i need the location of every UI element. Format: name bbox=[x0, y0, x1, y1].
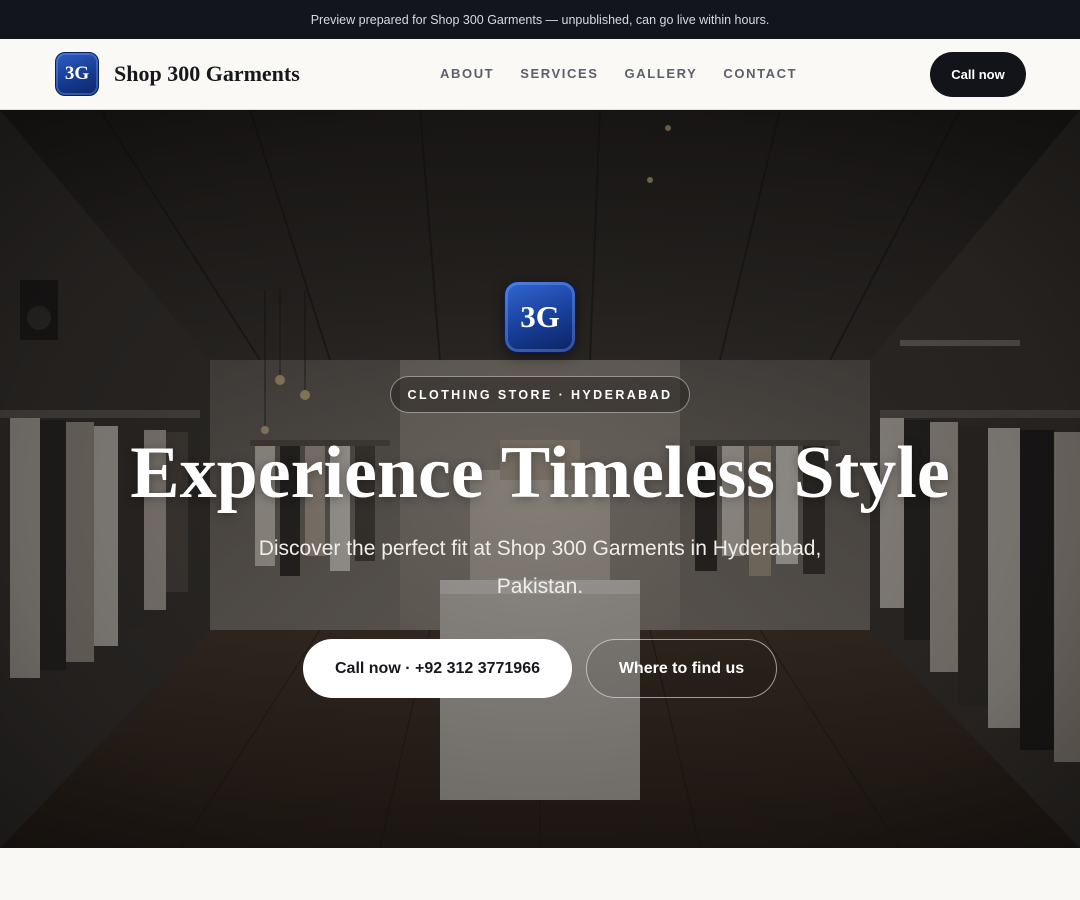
logo-icon: 3G bbox=[55, 52, 99, 96]
hero-category-badge: CLOTHING STORE · HYDERABAD bbox=[390, 376, 690, 413]
nav-services[interactable]: SERVICES bbox=[520, 66, 598, 81]
nav-gallery[interactable]: GALLERY bbox=[625, 66, 698, 81]
main-nav: ABOUT SERVICES GALLERY CONTACT bbox=[440, 66, 823, 81]
hero-call-button[interactable]: Call now · +92 312 3771966 bbox=[303, 639, 572, 698]
brand[interactable]: 3G Shop 300 Garments bbox=[55, 52, 300, 96]
header-call-button[interactable]: Call now bbox=[930, 52, 1026, 97]
preview-banner-text: Preview prepared for Shop 300 Garments —… bbox=[310, 12, 770, 27]
hero-subtitle: Discover the perfect fit at Shop 300 Gar… bbox=[258, 537, 822, 598]
preview-banner: Preview prepared for Shop 300 Garments —… bbox=[0, 0, 1080, 39]
hero-location-button[interactable]: Where to find us bbox=[586, 639, 777, 698]
brand-name: Shop 300 Garments bbox=[114, 61, 300, 86]
next-section bbox=[0, 848, 1080, 900]
nav-about[interactable]: ABOUT bbox=[440, 66, 494, 81]
site-header: 3G Shop 300 Garments ABOUT SERVICES GALL… bbox=[0, 39, 1080, 110]
nav-contact[interactable]: CONTACT bbox=[723, 66, 797, 81]
hero-content: 3G CLOTHING STORE · HYDERABAD Experience… bbox=[0, 110, 1080, 848]
hero-logo-icon: 3G bbox=[504, 281, 576, 353]
hero-title: Experience Timeless Style bbox=[130, 432, 950, 514]
hero-section: 3G CLOTHING STORE · HYDERABAD Experience… bbox=[0, 110, 1080, 848]
